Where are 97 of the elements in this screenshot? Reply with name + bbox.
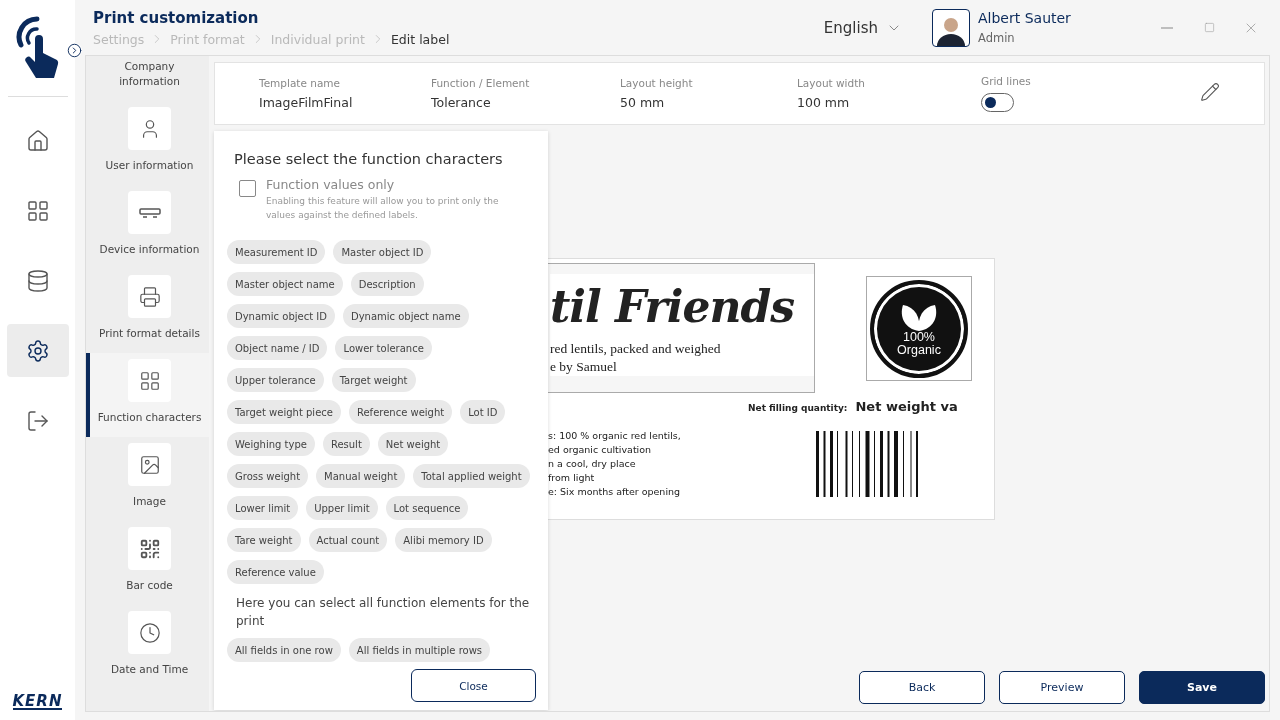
clock-icon <box>138 621 161 644</box>
label-detail: from light <box>548 471 596 485</box>
avatar <box>932 8 970 47</box>
net-label: Net filling quantity: <box>748 403 848 413</box>
layout-chip[interactable]: All fields in one row <box>227 638 341 662</box>
expand-icon[interactable] <box>67 43 82 58</box>
field-value: Tolerance <box>431 95 492 110</box>
element-item[interactable]: Function characters <box>86 353 209 437</box>
brand-logo: KERN <box>12 694 63 710</box>
label-heading: til Friends <box>550 274 814 340</box>
element-label: Function characters <box>96 410 203 425</box>
field-label: Function / Element <box>431 77 531 89</box>
checkbox-hint: Enabling this feature will allow you to print only the values against the defined labels. <box>266 195 500 222</box>
function-chip[interactable]: Tare weight <box>227 528 301 552</box>
element-label: Print format details <box>98 326 201 341</box>
action-button[interactable]: Save <box>1139 671 1265 704</box>
field-label: Grid lines <box>981 75 1032 87</box>
function-chip[interactable]: Net weight <box>377 432 449 456</box>
element-label: Image <box>132 494 167 509</box>
function-chip[interactable]: Target weight <box>331 368 416 392</box>
function-chip[interactable]: Upper tolerance <box>227 368 324 392</box>
element-label: Bar code <box>125 578 174 593</box>
function-chip[interactable]: Measurement ID <box>227 240 326 264</box>
language-select[interactable]: English <box>817 17 908 38</box>
element-item[interactable]: Image <box>86 437 209 521</box>
action-button[interactable]: Back <box>859 671 985 704</box>
section-text: Here you can select all function elements for the print <box>236 595 531 630</box>
label-detail: ed organic cultivation <box>548 443 653 457</box>
function-chip[interactable]: Actual count <box>308 528 388 552</box>
values-only-checkbox[interactable] <box>239 180 256 197</box>
function-chip[interactable]: Master object name <box>227 272 343 296</box>
function-chip[interactable]: Gross weight <box>227 464 309 488</box>
label-detail: s: 100 % organic red lentils, <box>548 429 681 443</box>
field-value: 50 mm <box>620 95 666 110</box>
function-chip[interactable]: Manual weight <box>316 464 406 488</box>
label-detail: n a cool, dry place <box>548 457 637 471</box>
dialog-title: Please select the function characters <box>234 151 504 167</box>
close-dialog-button[interactable]: Close <box>411 669 536 702</box>
function-chip[interactable]: Lot ID <box>460 400 506 424</box>
field-label: Layout height <box>620 77 694 89</box>
function-chip[interactable]: Weighing type <box>227 432 315 456</box>
label-subtitle: e by Samuel <box>550 358 814 376</box>
element-item[interactable]: Print format details <box>86 269 209 353</box>
printer-icon <box>138 285 161 308</box>
field-label: Layout width <box>797 77 866 89</box>
function-chip[interactable]: Lot sequence <box>385 496 469 520</box>
element-label: Date and Time <box>109 662 190 677</box>
element-label: Company information <box>118 59 181 89</box>
checkbox-label: Function values only <box>266 177 396 192</box>
page-title: Print customization <box>93 8 260 27</box>
function-chip[interactable]: Total applied weight <box>413 464 530 488</box>
maximize-icon <box>1203 22 1215 33</box>
user-name: Albert Sauter <box>978 10 1072 26</box>
exit-icon <box>25 408 50 433</box>
function-chip[interactable]: Object name / ID <box>227 336 328 360</box>
element-item[interactable]: Company information <box>86 56 209 101</box>
home-icon <box>25 128 50 153</box>
field-value: 100 mm <box>797 95 851 110</box>
function-chip[interactable]: Upper limit <box>306 496 378 520</box>
field-value: ImageFilmFinal <box>259 95 354 110</box>
element-item[interactable]: Date and Time <box>86 605 209 689</box>
net-value: Net weight va <box>855 399 958 414</box>
element-label: User information <box>104 158 195 173</box>
field-label: Template name <box>259 77 342 89</box>
grid-icon <box>138 369 161 392</box>
device-icon <box>138 207 161 218</box>
function-chip[interactable]: Lower limit <box>227 496 299 520</box>
function-chip[interactable]: Dynamic object ID <box>227 304 335 328</box>
element-item[interactable]: Device information <box>86 185 209 269</box>
organic-badge: 100% Organic <box>866 276 972 381</box>
label-subtitle: red lentils, packed and weighed <box>550 340 814 358</box>
function-chip[interactable]: Master object ID <box>333 240 432 264</box>
element-label: Device information <box>98 242 201 257</box>
settings-icon <box>25 338 50 363</box>
function-chip[interactable]: Lower tolerance <box>335 336 432 360</box>
nav-button[interactable] <box>6 324 69 377</box>
function-chip[interactable]: Alibi memory ID <box>395 528 492 552</box>
action-button[interactable]: Preview <box>999 671 1125 704</box>
image-icon <box>138 453 161 476</box>
element-item[interactable]: User information <box>86 101 209 185</box>
database-icon <box>25 268 50 293</box>
minimize-icon <box>1161 26 1173 29</box>
function-chip[interactable]: Reference weight <box>348 400 453 424</box>
label-detail: e: Six months after opening <box>548 485 681 499</box>
qr-code-icon <box>138 537 161 560</box>
function-chip[interactable]: Dynamic object name <box>342 304 469 328</box>
element-item[interactable]: Bar code <box>86 521 209 605</box>
grid-lines-toggle[interactable] <box>981 93 1014 112</box>
layout-chip[interactable]: All fields in multiple rows <box>348 638 491 662</box>
grid-icon <box>25 198 50 223</box>
touch-hand-logo <box>14 15 61 81</box>
function-chip[interactable]: Target weight piece <box>227 400 341 424</box>
function-chip[interactable]: Result <box>322 432 370 456</box>
function-chip[interactable]: Reference value <box>227 560 324 584</box>
user-role: Admin <box>978 31 1016 45</box>
function-chip[interactable]: Description <box>350 272 424 296</box>
breadcrumb-link[interactable]: Edit label <box>390 31 450 47</box>
